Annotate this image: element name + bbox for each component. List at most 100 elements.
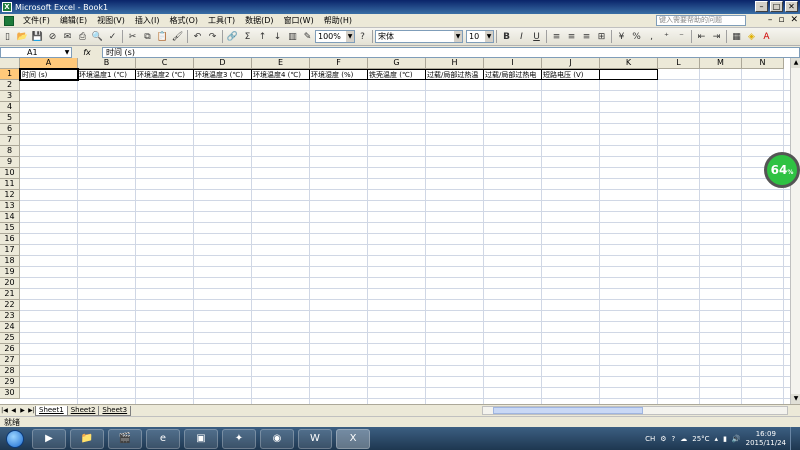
table-cell[interactable]: 铁壳温度 (℃) [368, 69, 426, 80]
print-preview-icon[interactable]: 🔍 [91, 30, 104, 43]
start-button[interactable] [0, 428, 30, 450]
row-header[interactable]: 4 [0, 102, 20, 113]
bold-button[interactable]: B [500, 30, 513, 43]
font-color-icon[interactable]: A [760, 30, 773, 43]
maximize-button[interactable]: □ [770, 1, 783, 12]
align-right-icon[interactable]: ≡ [580, 30, 593, 43]
row-header[interactable]: 8 [0, 146, 20, 157]
permission-icon[interactable]: ⊘ [46, 30, 59, 43]
performance-badge[interactable]: 64% [764, 152, 800, 188]
taskbar-game-icon[interactable]: ✦ [222, 428, 256, 449]
taskbar-app-icon[interactable]: ▣ [184, 428, 218, 449]
row-header[interactable]: 15 [0, 223, 20, 234]
close-button[interactable]: ✕ [785, 1, 798, 12]
font-select[interactable]: 宋体 ▼ [375, 30, 463, 43]
underline-button[interactable]: U [530, 30, 543, 43]
taskbar-excel-icon[interactable]: X [336, 428, 370, 449]
table-cell[interactable]: 过载/局部过热电 [484, 69, 542, 80]
menu-window[interactable]: 窗口(W) [279, 15, 319, 26]
format-painter-icon[interactable]: 🖌 [171, 30, 184, 43]
tab-sheet3[interactable]: Sheet3 [98, 405, 132, 416]
name-box[interactable]: A1 ▼ [0, 46, 72, 58]
row-header[interactable]: 16 [0, 234, 20, 245]
row-header[interactable]: 20 [0, 278, 20, 289]
weather-icon[interactable]: ☁ [680, 435, 687, 443]
prev-sheet-icon[interactable]: ◀ [9, 407, 18, 414]
column-header[interactable]: M [700, 58, 742, 69]
row-header[interactable]: 9 [0, 157, 20, 168]
row-header[interactable]: 14 [0, 212, 20, 223]
taskbar-media-player-icon[interactable]: ▶ [32, 428, 66, 449]
menu-format[interactable]: 格式(O) [164, 15, 203, 26]
align-center-icon[interactable]: ≡ [565, 30, 578, 43]
percent-button[interactable]: % [630, 30, 643, 43]
column-header[interactable]: I [484, 58, 542, 69]
menu-data[interactable]: 数据(D) [240, 15, 278, 26]
row-header[interactable]: 27 [0, 355, 20, 366]
tab-sheet1[interactable]: Sheet1 [35, 405, 68, 416]
table-cell[interactable]: 时间 (s) [19, 68, 79, 81]
column-header[interactable]: N [742, 58, 784, 69]
column-header[interactable]: B [78, 58, 136, 69]
formula-input[interactable]: 时间 (s) [102, 46, 800, 58]
increase-indent-icon[interactable]: ⇥ [710, 30, 723, 43]
scroll-up-icon[interactable]: ▲ [791, 58, 800, 68]
menu-file[interactable]: 文件(F) [18, 15, 55, 26]
worksheet-grid[interactable]: A B C D E F G H I J K L M N 1 2 3 4 5 6 7 8 9 10 11 12 13 14 15 16 17 1… [0, 58, 790, 404]
select-all-corner[interactable] [0, 58, 20, 69]
open-icon[interactable]: 📂 [16, 30, 29, 43]
taskbar-word-icon[interactable]: W [298, 428, 332, 449]
row-header[interactable]: 6 [0, 124, 20, 135]
column-header[interactable]: J [542, 58, 600, 69]
column-header[interactable]: G [368, 58, 426, 69]
table-cell[interactable]: 短路电压 (V) [542, 69, 600, 80]
doc-restore-button[interactable]: ▫ [778, 15, 784, 25]
copy-icon[interactable]: ⧉ [141, 30, 154, 43]
table-cell[interactable]: 环境湿度 (%) [310, 69, 368, 80]
menu-help[interactable]: 帮助(H) [319, 15, 357, 26]
column-header[interactable]: K [600, 58, 658, 69]
spelling-icon[interactable]: ✓ [106, 30, 119, 43]
hyperlink-icon[interactable]: 🔗 [226, 30, 239, 43]
redo-icon[interactable]: ↷ [206, 30, 219, 43]
new-icon[interactable]: ▯ [1, 30, 14, 43]
row-header[interactable]: 24 [0, 322, 20, 333]
row-header[interactable]: 13 [0, 201, 20, 212]
merge-center-icon[interactable]: ⊞ [595, 30, 608, 43]
menu-insert[interactable]: 插入(I) [130, 15, 165, 26]
zoom-select[interactable]: 100% ▼ [315, 30, 355, 43]
horizontal-scroll-thumb[interactable] [493, 407, 643, 414]
font-size-select[interactable]: 10 ▼ [466, 30, 494, 43]
taskbar-ie-icon[interactable]: e [146, 428, 180, 449]
sort-desc-icon[interactable]: ↓ [271, 30, 284, 43]
taskbar-video-icon[interactable]: 🎬 [108, 428, 142, 449]
row-header[interactable]: 3 [0, 91, 20, 102]
row-header[interactable]: 12 [0, 190, 20, 201]
column-header[interactable]: D [194, 58, 252, 69]
row-header[interactable]: 18 [0, 256, 20, 267]
help-tray-icon[interactable]: ? [672, 435, 676, 443]
row-header[interactable]: 30 [0, 388, 20, 399]
insert-function-icon[interactable]: fx [72, 48, 102, 57]
font-dropdown-icon[interactable]: ▼ [454, 31, 462, 42]
column-header[interactable]: L [658, 58, 700, 69]
paste-icon[interactable]: 📋 [156, 30, 169, 43]
italic-button[interactable]: I [515, 30, 528, 43]
name-box-dropdown-icon[interactable]: ▼ [63, 48, 71, 57]
notification-icon[interactable]: ▴ [715, 435, 719, 443]
network-icon[interactable]: ▮ [723, 435, 727, 443]
currency-icon[interactable]: ¥ [615, 30, 628, 43]
language-indicator[interactable]: CH [645, 435, 655, 443]
row-header[interactable]: 25 [0, 333, 20, 344]
table-cell[interactable]: 过载/局部过热温 [426, 69, 484, 80]
column-header[interactable]: C [136, 58, 194, 69]
row-header[interactable]: 11 [0, 179, 20, 190]
row-header[interactable]: 10 [0, 168, 20, 179]
row-header[interactable]: 26 [0, 344, 20, 355]
row-header[interactable]: 29 [0, 377, 20, 388]
chart-wizard-icon[interactable]: ▥ [286, 30, 299, 43]
column-header[interactable]: F [310, 58, 368, 69]
row-header[interactable]: 23 [0, 311, 20, 322]
comma-icon[interactable]: , [645, 30, 658, 43]
increase-decimal-icon[interactable]: ⁺ [660, 30, 673, 43]
